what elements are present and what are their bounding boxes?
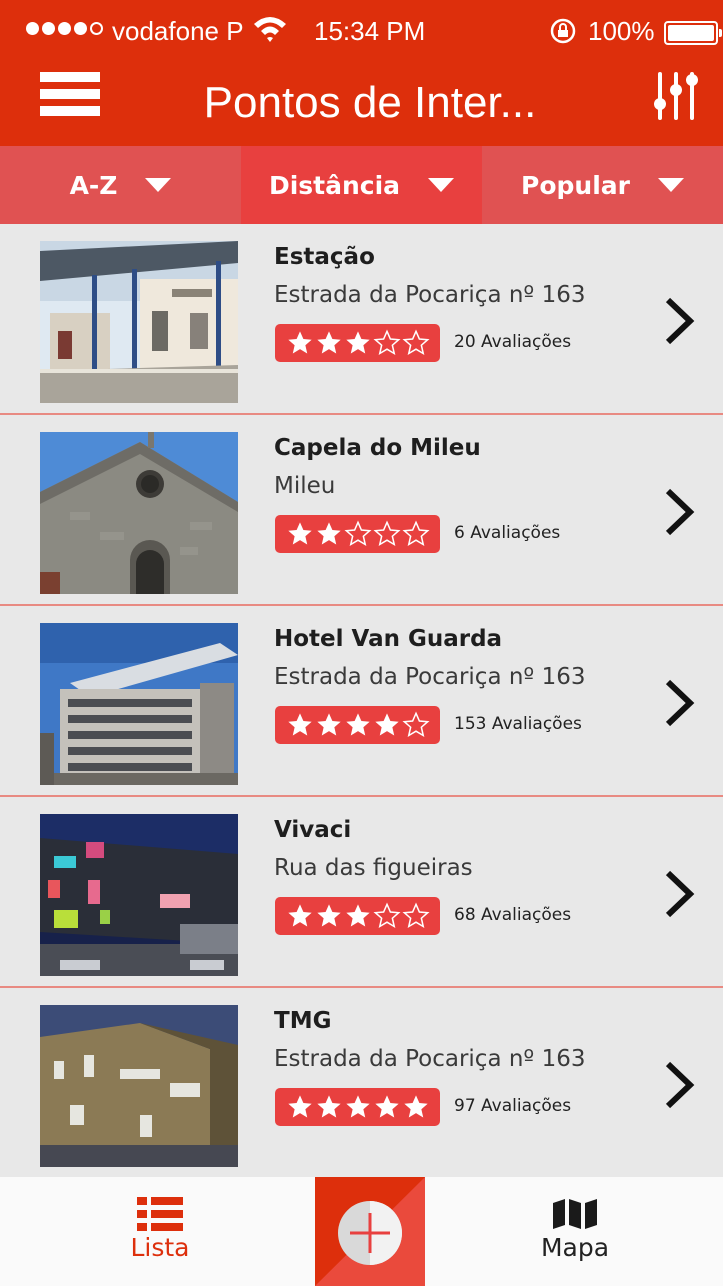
tab-list-label: Lista [130,1233,190,1262]
star-empty-icon [401,711,430,738]
star-filled-icon [345,904,370,927]
sort-tab-distance[interactable]: Distância [241,146,482,224]
list-item[interactable]: Hotel Van Guarda Estrada da Pocariça nº … [0,606,723,797]
tab-list[interactable]: Lista [100,1177,220,1286]
sort-tab-popular[interactable]: Popular [482,146,723,224]
star-empty-icon [343,520,372,547]
chapel-photo [40,432,238,594]
signal-strength-icon [26,22,103,35]
star-empty-icon [401,520,430,547]
tab-map-label: Mapa [540,1233,610,1262]
tab-bar: Lista Mapa [0,1177,723,1286]
battery-percent: 100% [588,16,655,46]
station-photo [40,241,238,403]
review-count: 97 Avaliações [454,1096,572,1116]
sort-bar: A-Z Distância Popular [0,146,723,224]
item-name: TMG [274,1008,332,1034]
map-icon [553,1199,597,1229]
star-filled-icon [316,904,341,927]
navigation-bar: Pontos de Inter... [0,62,723,146]
star-empty-icon [372,329,401,356]
battery-icon [664,21,722,45]
star-filled-icon [345,713,370,736]
rating-stars [275,324,440,362]
star-filled-icon [316,1095,341,1118]
add-button[interactable] [315,1177,425,1286]
star-filled-icon [345,1095,370,1118]
star-empty-icon [372,520,401,547]
theatre-photo [40,1005,238,1167]
review-count: 153 Avaliações [454,714,582,734]
item-address: Estrada da Pocariça nº 163 [274,282,586,308]
rating-stars [275,706,440,744]
list-item[interactable]: Capela do Mileu Mileu 6 Avaliações [0,415,723,606]
status-bar: vodafone P 15:34 PM 100% [0,0,723,62]
carrier-name: vodafone P [112,16,244,46]
star-empty-icon [401,902,430,929]
review-count: 68 Avaliações [454,905,572,925]
hotel-photo [40,623,238,785]
star-filled-icon [374,713,399,736]
item-address: Estrada da Pocariça nº 163 [274,1046,586,1072]
wifi-icon [254,17,286,42]
star-empty-icon [372,902,401,929]
star-filled-icon [287,522,312,545]
star-filled-icon [316,713,341,736]
chevron-right-icon[interactable] [662,487,698,537]
chevron-right-icon[interactable] [662,869,698,919]
tab-map[interactable]: Mapa [515,1177,635,1286]
star-filled-icon [287,713,312,736]
filter-sliders-icon[interactable] [648,66,704,126]
chevron-right-icon[interactable] [662,678,698,728]
clock: 15:34 PM [314,16,426,46]
points-of-interest-list: Estação Estrada da Pocariça nº 163 20 Av… [0,224,723,1177]
rating-stars [275,1088,440,1126]
sort-tab-az[interactable]: A-Z [0,146,241,224]
hamburger-menu-icon[interactable] [40,72,100,124]
review-count: 6 Avaliações [454,523,561,543]
dropdown-arrow-icon [145,178,172,192]
star-filled-icon [287,904,312,927]
item-address: Mileu [274,473,336,499]
chevron-right-icon[interactable] [662,1060,698,1110]
page-title: Pontos de Inter... [203,78,537,127]
star-filled-icon [287,1095,312,1118]
item-name: Vivaci [274,817,352,843]
dropdown-arrow-icon [657,178,684,192]
sort-tab-label: Distância [268,170,401,200]
star-filled-icon [316,331,341,354]
sort-tab-label: Popular [521,170,630,200]
star-empty-icon [401,329,430,356]
list-item[interactable]: Estação Estrada da Pocariça nº 163 20 Av… [0,224,723,415]
item-address: Rua das figueiras [274,855,473,881]
mall-photo [40,814,238,976]
star-filled-icon [374,1095,399,1118]
rotation-lock-icon [550,18,576,44]
star-filled-icon [345,331,370,354]
star-filled-icon [316,522,341,545]
rating-stars [275,897,440,935]
list-icon [137,1197,183,1231]
item-name: Capela do Mileu [274,435,481,461]
sort-tab-label: A-Z [69,170,118,200]
chevron-right-icon[interactable] [662,296,698,346]
item-name: Estação [274,244,375,270]
star-filled-icon [287,331,312,354]
review-count: 20 Avaliações [454,332,572,352]
dropdown-arrow-icon [428,178,455,192]
item-address: Estrada da Pocariça nº 163 [274,664,586,690]
list-item[interactable]: Vivaci Rua das figueiras 68 Avaliações [0,797,723,988]
list-item[interactable]: TMG Estrada da Pocariça nº 163 97 Avalia… [0,988,723,1177]
rating-stars [275,515,440,553]
star-filled-icon [403,1095,428,1118]
item-name: Hotel Van Guarda [274,626,503,652]
